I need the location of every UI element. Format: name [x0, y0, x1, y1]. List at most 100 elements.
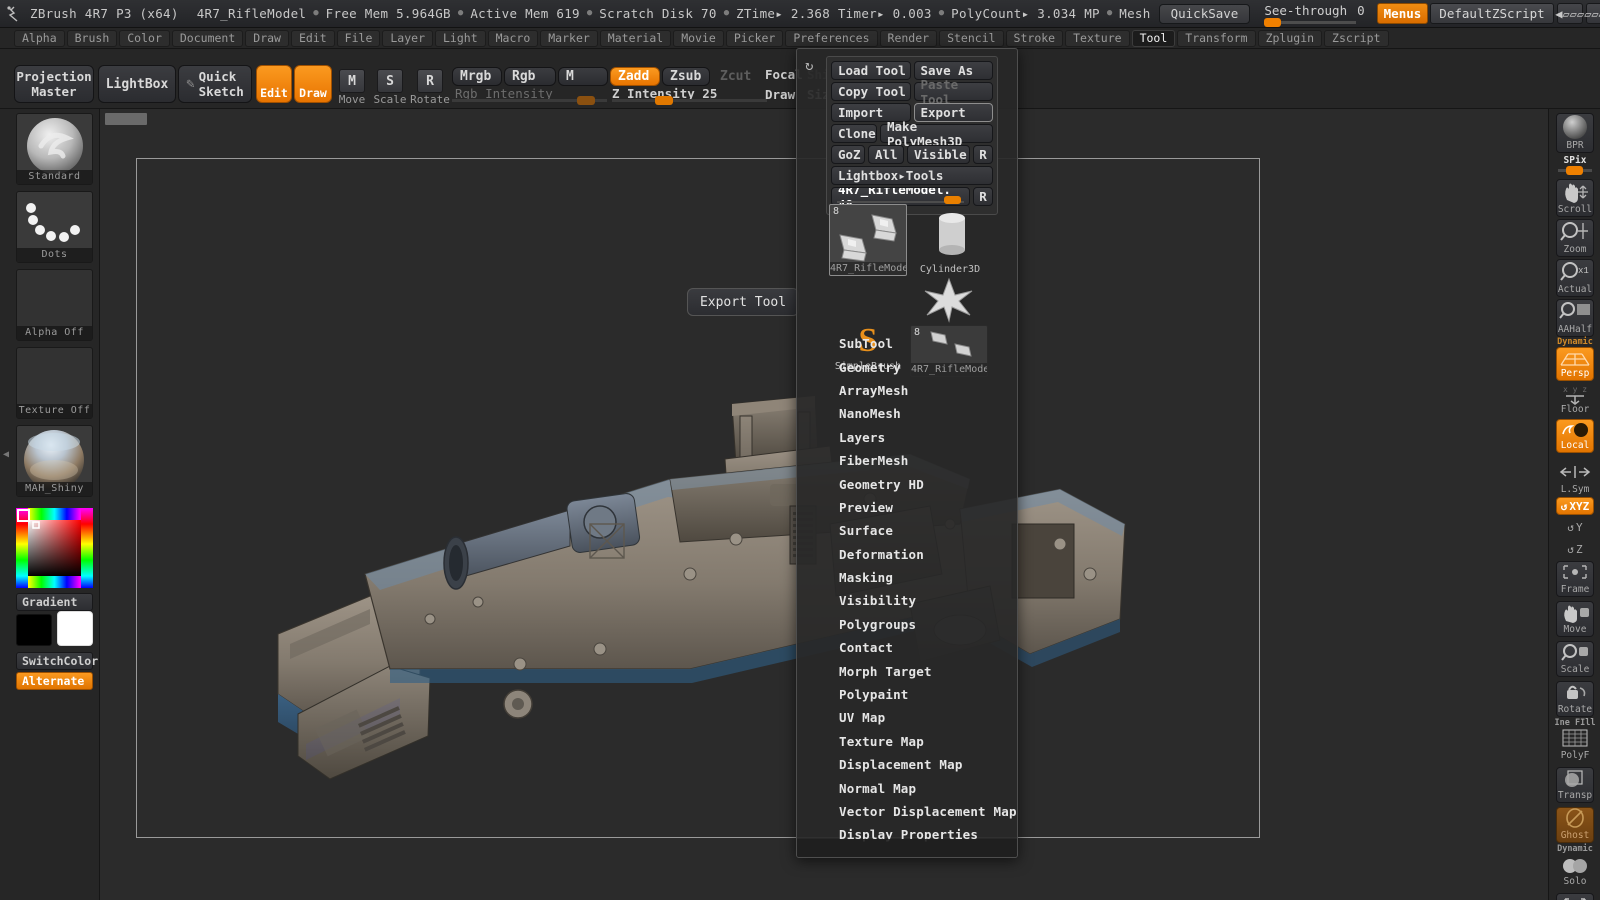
tool-menu-displacement-map[interactable]: Displacement Map — [797, 753, 1017, 776]
zoom-button[interactable]: Zoom — [1556, 219, 1594, 257]
menu-file[interactable]: File — [336, 29, 381, 47]
default-zscript-button[interactable]: DefaultZScript — [1430, 3, 1554, 24]
scale-button[interactable]: Scale — [1556, 641, 1594, 677]
see-through-track[interactable] — [1264, 18, 1357, 27]
visible-r-button[interactable]: R — [973, 145, 993, 164]
menu-draw[interactable]: Draw — [245, 29, 289, 47]
tool-menu-layers[interactable]: Layers — [797, 426, 1017, 449]
quicksave-button[interactable]: QuickSave — [1158, 3, 1251, 24]
menu-marker[interactable]: Marker — [540, 29, 598, 47]
rotate-z-button[interactable]: ↺ Z — [1556, 539, 1594, 559]
frame-button[interactable]: Frame — [1556, 561, 1594, 597]
color-picker[interactable] — [16, 508, 93, 588]
solo-button[interactable]: Solo — [1556, 853, 1594, 889]
menu-tool[interactable]: Tool — [1131, 29, 1176, 47]
draw-mode-button[interactable]: Draw — [294, 65, 332, 103]
menu-render[interactable]: Render — [879, 29, 938, 47]
floor-button[interactable]: x y z Floor — [1556, 383, 1594, 417]
scroll-right-icon[interactable]: ▱▱▱▶ — [1584, 3, 1600, 24]
brush-selector[interactable]: Standard — [16, 113, 93, 185]
tool-menu-vector-displacement-map[interactable]: Vector Displacement Map — [797, 800, 1017, 823]
alternate-button[interactable]: Alternate — [16, 672, 93, 690]
lightbox-button[interactable]: LightBox — [98, 65, 176, 103]
xyz-button[interactable]: ↺ XYZ — [1556, 497, 1594, 515]
menu-brush[interactable]: Brush — [66, 29, 118, 47]
rotate-mode-button[interactable]: R Rotate — [410, 69, 450, 106]
menu-alpha[interactable]: Alpha — [14, 29, 65, 47]
menu-zscript[interactable]: Zscript — [1324, 29, 1389, 47]
tool-thumb-cylinder3d[interactable]: Cylinder3D — [911, 204, 989, 276]
zcut-button[interactable]: Zcut — [712, 67, 760, 86]
transparency-button[interactable]: Transp — [1556, 767, 1594, 803]
polyframe-button[interactable]: PolyF — [1556, 727, 1594, 763]
actual-size-button[interactable]: x1 Actual — [1556, 259, 1594, 297]
make-polymesh3d-button[interactable]: Make PolyMesh3D — [880, 119, 993, 149]
alpha-selector[interactable]: Alpha Off — [16, 269, 93, 341]
stroke-selector[interactable]: Dots — [16, 191, 93, 263]
menu-picker[interactable]: Picker — [725, 29, 784, 47]
move-arrows-button[interactable] — [1556, 893, 1594, 900]
canvas-scroll-handle[interactable] — [105, 113, 147, 125]
gradient-button[interactable]: Gradient — [16, 593, 93, 611]
scroll-button[interactable]: Scroll — [1556, 179, 1594, 217]
switchcolor-button[interactable]: SwitchColor — [16, 652, 98, 670]
edit-mode-button[interactable]: Edit — [256, 65, 292, 103]
tool-menu-morph-target[interactable]: Morph Target — [797, 659, 1017, 682]
primary-color-swatch[interactable] — [16, 614, 52, 646]
tool-menu-polypaint[interactable]: Polypaint — [797, 683, 1017, 706]
move-button[interactable]: Move — [1556, 601, 1594, 637]
ghost-button[interactable]: Ghost — [1556, 807, 1594, 843]
tool-menu-normal-map[interactable]: Normal Map — [797, 776, 1017, 799]
menu-zplugin[interactable]: Zplugin — [1257, 29, 1323, 47]
tool-menu-fibermesh[interactable]: FiberMesh — [797, 449, 1017, 472]
aahalf-button[interactable]: AAHalf — [1556, 299, 1594, 337]
tool-menu-masking[interactable]: Masking — [797, 566, 1017, 589]
zsub-button[interactable]: Zsub — [662, 67, 710, 86]
tool-menu-subtool[interactable]: SubTool — [797, 332, 1017, 355]
tool-menu-geometry-hd[interactable]: Geometry HD — [797, 472, 1017, 495]
local-button[interactable]: Local — [1556, 419, 1594, 453]
projection-master-button[interactable]: Projection Master — [14, 65, 94, 103]
menu-light[interactable]: Light — [435, 29, 486, 47]
all-button[interactable]: All — [868, 145, 904, 164]
material-selector[interactable]: MAH_Shiny — [16, 425, 93, 497]
tool-menu-polygroups[interactable]: Polygroups — [797, 613, 1017, 636]
reload-icon[interactable]: ↻ — [805, 58, 813, 74]
see-through-knob[interactable] — [1264, 18, 1282, 27]
rotate-button[interactable]: Rotate — [1556, 681, 1594, 717]
visible-button[interactable]: Visible — [907, 145, 970, 164]
persp-button[interactable]: Persp — [1556, 347, 1594, 381]
tool-menu-nanomesh[interactable]: NanoMesh — [797, 402, 1017, 425]
mrgb-button[interactable]: Mrgb — [452, 67, 502, 86]
tool-thumb-rifle-selected[interactable]: 8 4R7_RifleModel — [829, 204, 907, 276]
tool-palette-popup[interactable]: Load Tool Save As Copy Tool Paste Tool I… — [796, 48, 1018, 858]
menu-preferences[interactable]: Preferences — [785, 29, 878, 47]
menu-stencil[interactable]: Stencil — [939, 29, 1004, 47]
quick-sketch-button[interactable]: ✎ Quick Sketch — [178, 65, 252, 103]
menu-material[interactable]: Material — [599, 29, 672, 47]
secondary-color-swatch[interactable] — [57, 611, 93, 646]
tool-menu-deformation[interactable]: Deformation — [797, 543, 1017, 566]
current-tool-knob[interactable] — [944, 196, 961, 204]
tool-menu-surface[interactable]: Surface — [797, 519, 1017, 542]
texture-selector[interactable]: Texture Off — [16, 347, 93, 419]
menu-transform[interactable]: Transform — [1177, 29, 1256, 47]
menu-color[interactable]: Color — [119, 29, 170, 47]
copy-tool-button[interactable]: Copy Tool — [831, 82, 911, 101]
menu-stroke[interactable]: Stroke — [1005, 29, 1064, 47]
menu-edit[interactable]: Edit — [290, 29, 335, 47]
zadd-button[interactable]: Zadd — [610, 67, 660, 86]
z-intensity-knob[interactable] — [655, 96, 673, 105]
paste-tool-button[interactable]: Paste Tool — [913, 77, 993, 107]
rgb-intensity-track[interactable] — [452, 96, 607, 105]
tool-menu-preview[interactable]: Preview — [797, 496, 1017, 519]
tool-menu-uv-map[interactable]: UV Map — [797, 706, 1017, 729]
menu-macro[interactable]: Macro — [487, 29, 539, 47]
menus-toggle-button[interactable]: Menus — [1376, 3, 1429, 24]
see-through-slider[interactable]: See-through 0 — [1264, 3, 1365, 27]
tool-menu-contact[interactable]: Contact — [797, 636, 1017, 659]
tool-menu-visibility[interactable]: Visibility — [797, 589, 1017, 612]
move-mode-button[interactable]: M Move — [334, 69, 370, 106]
lightbox-tools-button[interactable]: Lightbox▸Tools — [831, 166, 993, 185]
goz-button[interactable]: GoZ — [831, 145, 865, 164]
